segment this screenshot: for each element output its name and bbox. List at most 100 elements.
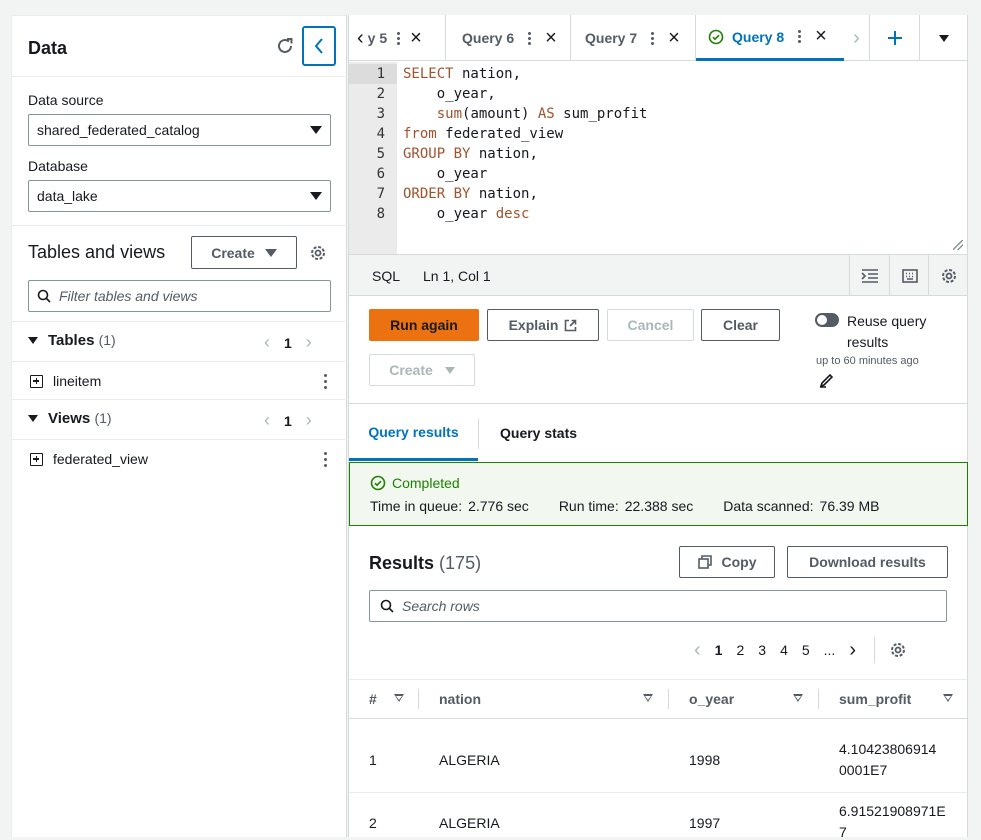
column-resizer[interactable] [418, 689, 419, 709]
scroll-tabs-left-icon[interactable]: ‹ [357, 27, 364, 50]
search-rows-input[interactable]: Search rows [369, 590, 947, 622]
tab-query-results[interactable]: Query results [349, 405, 478, 461]
tab-menu-icon[interactable] [651, 31, 655, 45]
views-page[interactable]: 1 [284, 413, 292, 429]
tab-menu-icon[interactable] [798, 30, 802, 43]
refresh-icon[interactable] [275, 36, 295, 56]
column-header-index[interactable]: # [369, 679, 377, 719]
caret-down-icon [938, 34, 949, 42]
tab-query-8[interactable]: Query 8 × [696, 15, 844, 61]
more-actions-icon[interactable] [324, 452, 328, 467]
tabs-menu-button[interactable] [920, 15, 967, 61]
chevron-left-icon[interactable]: ‹ [264, 332, 270, 353]
divider [349, 792, 967, 793]
search-icon [37, 289, 51, 303]
column-header-o-year[interactable]: o_year [689, 679, 734, 719]
resize-handle-icon[interactable] [953, 240, 963, 250]
cancel-button[interactable]: Cancel [607, 309, 694, 341]
filter-placeholder: Filter tables and views [59, 288, 198, 304]
new-tab-button[interactable] [870, 15, 920, 61]
create-label: Create [211, 244, 255, 261]
divider [478, 419, 479, 449]
more-actions-icon[interactable] [324, 374, 328, 389]
cell-index: 1 [369, 752, 377, 768]
page-3[interactable]: 3 [758, 642, 766, 658]
column-resizer[interactable] [668, 689, 669, 709]
run-time: Run time: 22.388 sec [558, 498, 694, 514]
gear-icon[interactable] [889, 641, 907, 659]
tab-label: Query 6 [462, 30, 515, 46]
divider [349, 718, 967, 719]
data-source-select[interactable]: shared_federated_catalog [28, 114, 331, 146]
close-icon[interactable]: × [668, 27, 680, 50]
keyboard-icon [901, 268, 918, 283]
expand-icon[interactable] [30, 452, 43, 466]
tables-label: Tables [48, 332, 95, 349]
results-panel: Results (175) Copy Download results Sear… [349, 527, 967, 840]
expand-icon[interactable] [30, 374, 43, 388]
tab-menu-icon[interactable] [528, 31, 532, 45]
create-table-button[interactable]: Create [191, 236, 297, 269]
tab-query-5[interactable]: ‹ y 5 × [349, 15, 446, 61]
line-number: 3 [376, 106, 385, 122]
chevron-left-icon[interactable]: ‹ [694, 639, 701, 662]
chevron-right-icon[interactable]: › [306, 410, 312, 431]
reuse-results-toggle[interactable] [815, 313, 839, 327]
page-1[interactable]: 1 [715, 642, 723, 658]
download-label: Download results [809, 554, 926, 570]
chevron-left-icon[interactable]: ‹ [264, 410, 270, 431]
download-results-button[interactable]: Download results [787, 546, 948, 578]
views-pager: ‹ 1 › [264, 410, 312, 431]
filter-tables-input[interactable]: Filter tables and views [28, 280, 331, 312]
column-header-sum-profit[interactable]: sum_profit [839, 679, 911, 719]
code-line: SELECT nation, [403, 66, 522, 82]
tab-query-7[interactable]: Query 7 × [571, 15, 696, 61]
collapse-panel-button[interactable] [302, 26, 336, 66]
gear-icon [941, 268, 956, 283]
run-again-button[interactable]: Run again [369, 309, 479, 341]
column-header-nation[interactable]: nation [439, 679, 481, 719]
edit-icon[interactable] [819, 372, 835, 388]
keyboard-shortcuts-button[interactable] [889, 255, 929, 296]
line-number: 4 [376, 126, 385, 142]
page-4[interactable]: 4 [780, 642, 788, 658]
editor-settings-button[interactable] [928, 255, 968, 296]
tab-query-6[interactable]: Query 6 × [446, 15, 571, 61]
sort-icon[interactable] [394, 694, 404, 702]
explain-label: Explain [508, 317, 559, 333]
database-label: Database [28, 158, 88, 174]
tables-page[interactable]: 1 [284, 335, 292, 351]
view-item-federated-view[interactable]: federated_view [30, 451, 148, 467]
external-link-icon [565, 319, 577, 331]
sort-icon[interactable] [943, 694, 953, 702]
tables-section-toggle[interactable]: Tables (1) [28, 332, 116, 349]
scroll-tabs-right-icon[interactable]: › [844, 15, 870, 61]
column-resizer[interactable] [818, 689, 819, 709]
close-icon[interactable]: × [815, 25, 827, 48]
caret-down-icon [310, 126, 322, 134]
tab-query-stats[interactable]: Query stats [500, 405, 577, 461]
table-item-lineitem[interactable]: lineitem [30, 373, 101, 389]
caret-down-icon [310, 192, 322, 200]
create-button[interactable]: Create [369, 354, 475, 386]
copy-button[interactable]: Copy [679, 546, 775, 578]
clear-button[interactable]: Clear [701, 309, 780, 341]
close-icon[interactable]: × [545, 27, 557, 50]
database-select[interactable]: data_lake [28, 180, 331, 212]
sort-icon[interactable] [793, 694, 803, 702]
view-item-label: federated_view [53, 451, 148, 467]
caret-down-icon [28, 415, 38, 422]
format-query-button[interactable] [849, 255, 889, 296]
page-5[interactable]: 5 [802, 642, 810, 658]
close-icon[interactable]: × [410, 27, 422, 50]
views-section-toggle[interactable]: Views (1) [28, 410, 112, 427]
explain-button[interactable]: Explain [487, 309, 599, 341]
gear-icon[interactable] [309, 244, 327, 262]
chevron-right-icon[interactable]: › [306, 332, 312, 353]
query-status-alert: Completed Time in queue: 2.776 sec Run ti… [349, 462, 968, 526]
chevron-right-icon[interactable]: › [849, 639, 856, 662]
sql-editor[interactable]: 1 2 3 4 5 6 7 8 SELECT nation, o_year, s… [349, 62, 967, 254]
sort-icon[interactable] [643, 694, 653, 702]
tab-menu-icon[interactable] [397, 31, 401, 45]
page-2[interactable]: 2 [736, 642, 744, 658]
